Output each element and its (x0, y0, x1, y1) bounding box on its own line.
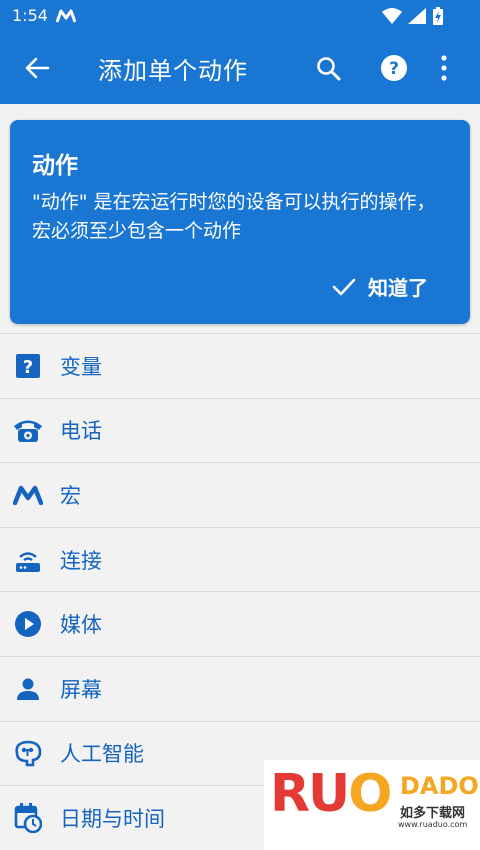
search-icon[interactable] (316, 56, 342, 82)
category-label: 日期与时间 (60, 806, 165, 831)
svg-text:?: ? (389, 59, 399, 79)
watermark-cn: 如多下载网 (400, 802, 466, 821)
category-label: 媒体 (60, 613, 102, 638)
play-circle-icon (12, 608, 44, 640)
category-label: 宏 (60, 483, 81, 508)
watermark-logo: RUO DADO 如多下载网 www.ruaduo.com (264, 760, 480, 850)
watermark-brand-suffix: DADO (400, 772, 479, 800)
category-label: 电话 (60, 419, 102, 444)
svg-text:?: ? (23, 357, 33, 378)
category-item-macro[interactable]: 宏 (0, 462, 480, 527)
router-icon (12, 544, 44, 576)
help-icon[interactable]: ? (380, 54, 408, 82)
macrodroid-m-icon (56, 9, 76, 23)
info-card-title: 动作 (32, 153, 78, 179)
category-label: 人工智能 (60, 742, 144, 767)
info-card: 动作 "动作" 是在宏运行时您的设备可以执行的操作，宏必须至少包含一个动作 知道… (10, 120, 470, 324)
calendar-clock-icon (12, 802, 44, 834)
category-label: 变量 (60, 354, 102, 379)
battery-charging-icon (433, 7, 443, 25)
got-it-button[interactable]: 知道了 (332, 272, 428, 301)
watermark-url: www.ruaduo.com (398, 820, 468, 829)
telephone-icon (12, 414, 44, 446)
back-arrow-icon[interactable] (24, 56, 50, 80)
wifi-icon (382, 8, 402, 24)
question-box-icon: ? (12, 350, 44, 382)
category-label: 连接 (60, 548, 102, 573)
page-title: 添加单个动作 (98, 57, 248, 85)
system-icons (382, 7, 444, 25)
category-item-screen[interactable]: 屏幕 (0, 655, 480, 721)
category-item-media[interactable]: 媒体 (0, 591, 480, 656)
got-it-label: 知道了 (368, 276, 428, 300)
category-item-phone[interactable]: 电话 (0, 397, 480, 463)
macro-m-icon (12, 479, 44, 511)
content-area: 动作 "动作" 是在宏运行时您的设备可以执行的操作，宏必须至少包含一个动作 知道… (0, 104, 480, 850)
info-card-body: "动作" 是在宏运行时您的设备可以执行的操作，宏必须至少包含一个动作 (32, 191, 436, 242)
more-vert-icon[interactable] (440, 54, 448, 82)
app-bar: 添加单个动作 ? (0, 32, 480, 104)
watermark-brand: RUO (270, 764, 392, 824)
signal-icon (408, 8, 426, 24)
category-item-connectivity[interactable]: 连接 (0, 526, 480, 592)
status-time: 1:54 (12, 6, 48, 25)
category-item-variables[interactable]: ? 变量 (0, 333, 480, 398)
status-bar: 1:54 (0, 0, 480, 32)
person-icon (12, 673, 44, 705)
ai-brain-icon (12, 737, 44, 769)
category-label: 屏幕 (60, 677, 102, 702)
check-icon (332, 278, 356, 295)
